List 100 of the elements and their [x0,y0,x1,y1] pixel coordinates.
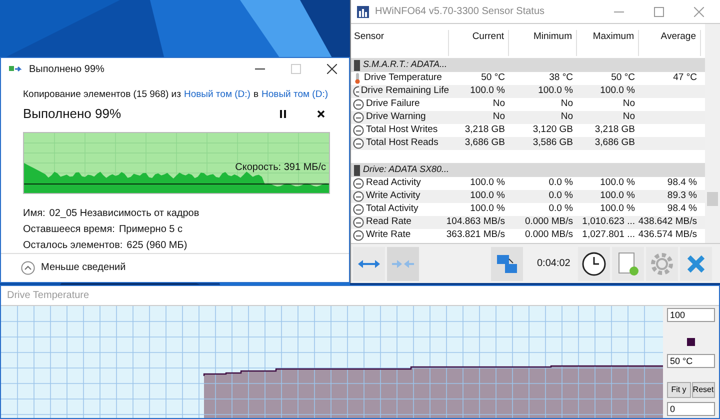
column-header[interactable]: Sensor [351,30,449,56]
column-header[interactable]: Current [449,30,509,56]
gauge-icon [353,230,364,241]
sensor-name: Read Activity [366,176,421,190]
detail-label: Оставшееся время: [23,222,115,237]
sensor-row[interactable]: Write Activity 100.0 % 0.0 % 100.0 % 89.3 % [351,190,706,203]
sensor-row[interactable]: Total Host Reads 3,686 GB 3,586 GB 3,686 GB [351,137,706,150]
gauge-icon [353,125,364,136]
table-cell-text: 3,686 GB [594,136,635,150]
document-add-icon [617,252,640,276]
graph-button[interactable]: Reset [692,382,715,398]
stop-icon[interactable] [317,110,325,118]
arrows-icon [392,258,414,268]
table-cell-text: 98.4 % [667,176,697,190]
sensor-name: Drive Remaining Life [360,84,449,98]
table-cell-text: 89.3 % [667,189,697,204]
gauge-icon [353,138,364,149]
arrows-icon [358,258,380,268]
table-cell-text: No [622,97,635,112]
table-cell-text: 50 °C [481,71,505,86]
y-max-field[interactable]: 100 [667,308,715,322]
sensor-name: Drive Temperature [364,71,442,86]
table-cell-text: 100.0 % [470,84,505,98]
table-cell-text: 100.0 % [600,202,635,216]
table-cell-text: 3,586 GB [532,136,573,150]
table-cell-text: 0.0 % [548,189,573,204]
detail-value: 02_05 Независимость от кадров [49,206,200,221]
window-title: Drive Temperature [7,289,90,303]
group-name: S.M.A.R.T.: ADATA... [363,58,448,72]
column-header[interactable]: Average [639,30,701,56]
table-cell-text: 436.574 MB/s [638,228,697,242]
table-cell-text: 0.0 % [548,202,573,216]
table-cell-text: No [492,97,505,112]
table-cell-text: 100.0 % [470,189,505,204]
destination-link[interactable]: Новый том (D:) [262,88,328,102]
gauge-icon [353,99,364,110]
expand-button[interactable] [353,246,385,280]
table-cell-text: 3,218 GB [594,123,635,138]
gauge-icon [353,191,364,202]
progress-heading: Выполнено 99% [23,105,122,124]
network-icon [496,252,518,274]
table-cell-text: 363.821 MB/s [446,228,505,242]
group-name: Drive: ADATA SX80... [362,163,449,176]
gauge-icon [353,112,364,123]
table-cell-text: 438.642 MB/s [638,215,697,230]
table-cell-text: 0.000 MB/s [524,215,573,230]
sensor-name: Total Host Writes [366,123,438,138]
current-value-field: 50 °C [667,354,715,368]
clock-icon [582,252,606,276]
sensor-row[interactable]: Drive Warning No No No [351,111,706,124]
table-cell-text: No [560,97,573,112]
detail-label: Имя: [23,206,46,221]
clock-button[interactable] [578,246,610,280]
close-button[interactable] [680,246,712,280]
table-cell-text: 3,218 GB [464,123,505,138]
sensor-name: Total Activity [366,202,418,216]
source-link[interactable]: Новый том (D:) [184,88,250,102]
settings-button[interactable] [646,246,678,280]
sensor-name: Write Rate [366,228,411,242]
table-cell-text: No [622,110,635,124]
table-cell-text: 104.863 MB/s [446,215,505,230]
sensor-name: Total Host Reads [366,136,438,150]
table-cell-text: 1,027.801 ... [582,228,635,242]
collapse-icon [21,260,35,275]
table-cell-text: 47 °C [673,71,697,86]
gauge-icon [353,217,364,228]
window-title: Выполнено 99% [29,62,104,77]
gauge-icon [353,178,364,189]
network-button[interactable] [491,246,523,280]
pause-icon[interactable] [279,110,287,118]
table-cell-text: 0.000 MB/s [524,228,573,242]
detail-value: 625 (960 МБ) [126,238,188,253]
sensor-row[interactable]: Drive Remaining Life 100.0 % 100.0 % 100.0 % [351,85,706,98]
graph-button[interactable]: Fit y [667,382,690,398]
column-header[interactable]: Maximum [577,30,639,56]
close-icon [686,254,706,274]
sensor-name: Drive Failure [366,97,420,112]
y-min-field[interactable]: 0 [667,402,715,416]
table-cell-text: 100.0 % [600,84,635,98]
less-details-button[interactable]: Меньше сведений [21,260,126,276]
table-cell-text: 98.4 % [667,202,697,216]
drive-icon [354,60,360,70]
column-header[interactable]: Minimum [509,30,577,56]
sensor-row[interactable]: Read Rate 104.863 MB/s 0.000 MB/s 1,010.623 ... 438.642 MB/s [351,216,706,229]
gauge-icon [353,86,359,97]
gauge-icon [353,204,364,215]
scrollbar[interactable] [705,24,720,243]
elapsed-time: 0:04:02 [537,257,570,271]
detail-label: Осталось элементов: [23,238,123,253]
table-cell-text: No [492,110,505,124]
copy-icon [9,64,23,74]
sensor-name: Read Rate [366,215,412,230]
sensor-name: Write Activity [366,189,420,204]
app-icon [357,6,369,18]
maximize-icon[interactable] [654,6,664,16]
settings-icon [650,252,674,276]
table-cell-text: 38 °C [549,71,573,86]
table-cell-text: No [560,110,573,124]
close-icon[interactable] [327,64,337,74]
copy-summary-conjunction: в [253,88,259,102]
